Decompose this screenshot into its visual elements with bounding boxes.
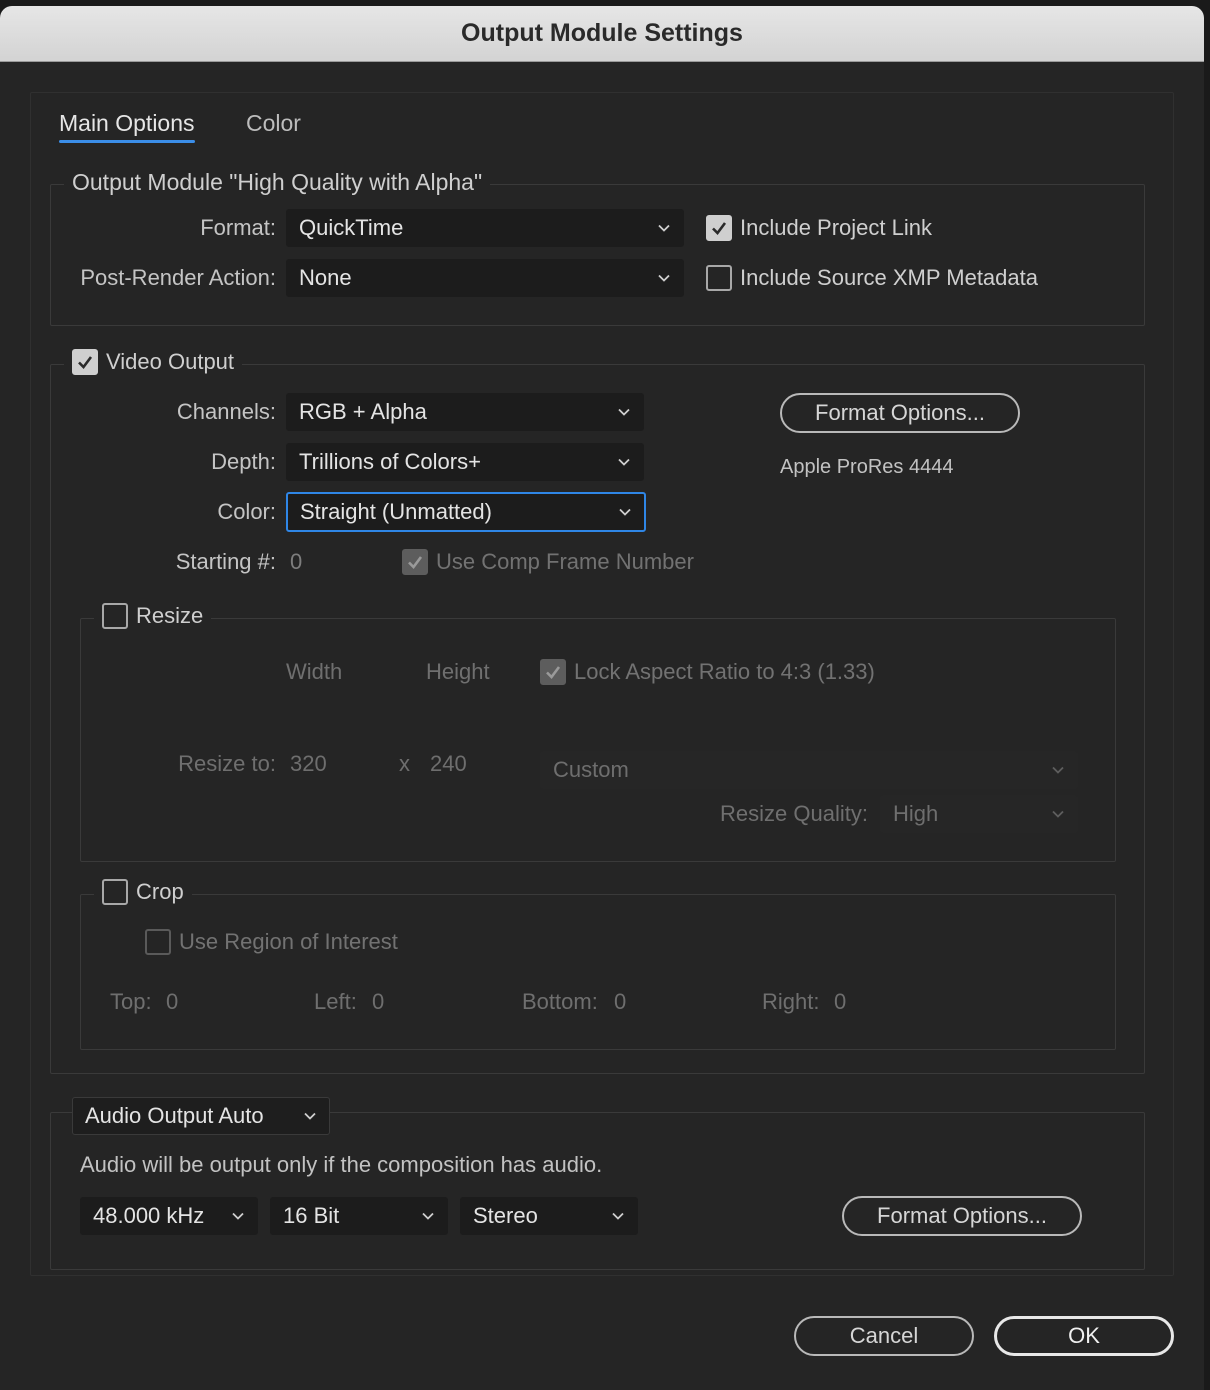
resize-preset-select[interactable]: Custom bbox=[540, 751, 1078, 789]
starting-number-label: Starting #: bbox=[175, 549, 276, 574]
audio-channels-select[interactable]: Stereo bbox=[460, 1197, 638, 1235]
resize-quality-value: High bbox=[893, 801, 939, 826]
post-render-label: Post-Render Action: bbox=[80, 265, 276, 290]
post-render-select-value: None bbox=[299, 265, 352, 290]
audio-bits-value: 16 Bit bbox=[283, 1203, 340, 1228]
resize-height-value[interactable]: 240 bbox=[430, 746, 467, 782]
color-select-value: Straight (Unmatted) bbox=[300, 499, 492, 524]
format-select[interactable]: QuickTime bbox=[286, 209, 684, 247]
checkmark-icon bbox=[706, 215, 732, 241]
checkbox-empty-icon bbox=[102, 879, 128, 905]
codec-note: Apple ProRes 4444 bbox=[780, 456, 954, 478]
audio-bits-select[interactable]: 16 Bit bbox=[270, 1197, 448, 1235]
resize-width-value[interactable]: 320 bbox=[290, 746, 327, 782]
chevron-down-icon bbox=[611, 1209, 625, 1223]
include-xmp-label: Include Source XMP Metadata bbox=[740, 265, 1038, 290]
audio-note: Audio will be output only if the composi… bbox=[80, 1152, 603, 1177]
checkbox-empty-icon bbox=[706, 265, 732, 291]
output-module-legend: Output Module "High Quality with Alpha" bbox=[64, 167, 491, 197]
crop-top-label: Top: bbox=[110, 989, 152, 1014]
use-roi-checkbox[interactable]: Use Region of Interest bbox=[145, 927, 398, 957]
resize-x-separator: x bbox=[399, 751, 410, 776]
resize-label: Resize bbox=[136, 603, 204, 628]
cancel-button[interactable]: Cancel bbox=[794, 1316, 974, 1356]
checkmark-icon bbox=[72, 349, 98, 375]
use-roi-label: Use Region of Interest bbox=[179, 929, 398, 954]
crop-label: Crop bbox=[136, 879, 184, 904]
color-label: Color: bbox=[217, 499, 276, 524]
output-module-group bbox=[50, 184, 1145, 326]
channels-select-value: RGB + Alpha bbox=[299, 399, 427, 424]
format-label: Format: bbox=[200, 215, 276, 240]
resize-preset-value: Custom bbox=[553, 757, 629, 782]
crop-right-label: Right: bbox=[762, 989, 820, 1014]
chevron-down-icon bbox=[1051, 763, 1065, 777]
crop-right-value[interactable]: 0 bbox=[834, 984, 846, 1020]
checkbox-empty-icon bbox=[102, 603, 128, 629]
crop-top-value[interactable]: 0 bbox=[166, 984, 178, 1020]
audio-output-mode-select[interactable]: Audio Output Auto bbox=[72, 1097, 330, 1135]
crop-checkbox[interactable]: Crop bbox=[94, 877, 192, 907]
format-select-value: QuickTime bbox=[299, 215, 404, 240]
audio-rate-value: 48.000 kHz bbox=[93, 1203, 205, 1228]
ok-button[interactable]: OK bbox=[994, 1316, 1174, 1356]
width-header: Width bbox=[286, 659, 343, 684]
lock-aspect-label: Lock Aspect Ratio to 4:3 (1.33) bbox=[574, 659, 875, 684]
chevron-down-icon bbox=[657, 221, 671, 235]
dialog-title: Output Module Settings bbox=[461, 19, 743, 47]
crop-bottom-value[interactable]: 0 bbox=[614, 984, 626, 1020]
depth-select[interactable]: Trillions of Colors+ bbox=[286, 443, 644, 481]
chevron-down-icon bbox=[617, 455, 631, 469]
chevron-down-icon bbox=[303, 1109, 317, 1123]
chevron-down-icon bbox=[1051, 807, 1065, 821]
audio-channels-value: Stereo bbox=[473, 1203, 538, 1228]
lock-aspect-checkbox[interactable]: Lock Aspect Ratio to 4:3 (1.33) bbox=[540, 657, 875, 687]
starting-number-value[interactable]: 0 bbox=[290, 544, 302, 580]
use-comp-frame-checkbox[interactable]: Use Comp Frame Number bbox=[402, 547, 694, 577]
dialog-window: Output Module Settings Main Options Colo… bbox=[0, 6, 1204, 1390]
chevron-down-icon bbox=[618, 505, 632, 519]
include-project-link-checkbox[interactable]: Include Project Link bbox=[706, 213, 932, 243]
audio-output-mode-value: Audio Output Auto bbox=[85, 1103, 264, 1128]
chevron-down-icon bbox=[657, 271, 671, 285]
video-format-options-button[interactable]: Format Options... bbox=[780, 393, 1020, 433]
tab-color[interactable]: Color bbox=[246, 108, 301, 148]
chevron-down-icon bbox=[231, 1209, 245, 1223]
channels-select[interactable]: RGB + Alpha bbox=[286, 393, 644, 431]
audio-rate-select[interactable]: 48.000 kHz bbox=[80, 1197, 258, 1235]
crop-left-label: Left: bbox=[314, 989, 357, 1014]
post-render-select[interactable]: None bbox=[286, 259, 684, 297]
use-comp-frame-label: Use Comp Frame Number bbox=[436, 549, 694, 574]
depth-select-value: Trillions of Colors+ bbox=[299, 449, 481, 474]
video-output-label: Video Output bbox=[106, 349, 235, 374]
video-output-checkbox[interactable]: Video Output bbox=[64, 347, 243, 377]
chevron-down-icon bbox=[421, 1209, 435, 1223]
depth-label: Depth: bbox=[211, 449, 276, 474]
resize-to-label: Resize to: bbox=[178, 751, 276, 776]
checkbox-empty-icon bbox=[145, 929, 171, 955]
color-select[interactable]: Straight (Unmatted) bbox=[286, 492, 646, 532]
resize-quality-label: Resize Quality: bbox=[720, 801, 868, 826]
include-xmp-checkbox[interactable]: Include Source XMP Metadata bbox=[706, 263, 1038, 293]
checkmark-icon bbox=[402, 549, 428, 575]
resize-quality-select[interactable]: High bbox=[880, 795, 1078, 833]
include-project-link-label: Include Project Link bbox=[740, 215, 932, 240]
channels-label: Channels: bbox=[176, 399, 276, 424]
checkmark-icon bbox=[540, 659, 566, 685]
crop-bottom-label: Bottom: bbox=[522, 989, 598, 1014]
audio-format-options-button[interactable]: Format Options... bbox=[842, 1196, 1082, 1236]
title-bar[interactable]: Output Module Settings bbox=[0, 6, 1204, 62]
audio-group bbox=[50, 1112, 1145, 1270]
resize-checkbox[interactable]: Resize bbox=[94, 601, 212, 631]
crop-left-value[interactable]: 0 bbox=[372, 984, 384, 1020]
height-header: Height bbox=[426, 659, 490, 684]
tab-main-options[interactable]: Main Options bbox=[59, 108, 195, 148]
crop-group bbox=[80, 894, 1116, 1050]
chevron-down-icon bbox=[617, 405, 631, 419]
